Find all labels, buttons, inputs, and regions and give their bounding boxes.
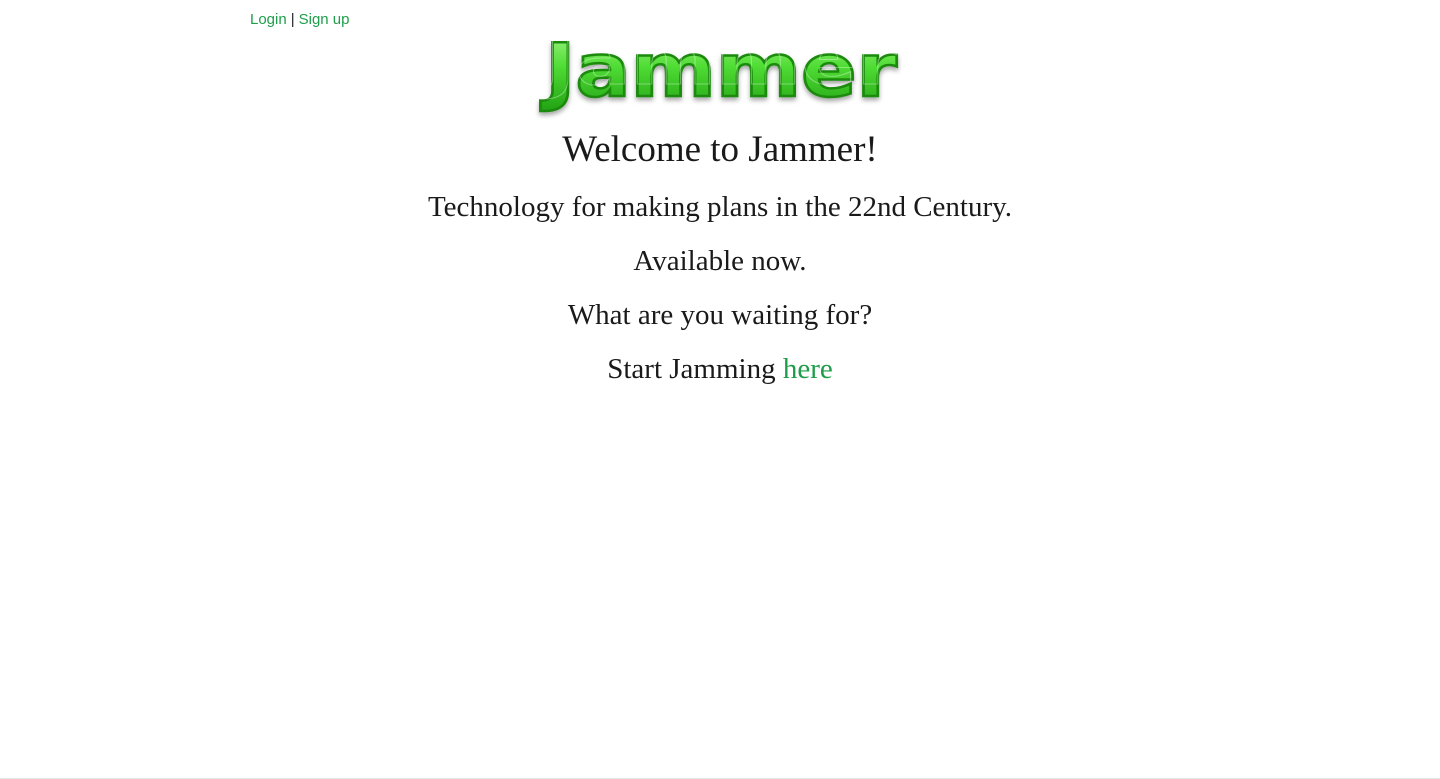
- availability-text: Available now.: [633, 245, 807, 277]
- cta-prefix: Start Jamming: [607, 353, 776, 385]
- question-text: What are you waiting for?: [567, 299, 873, 331]
- jammer-logo-graphic: Jammer Jammer: [538, 16, 899, 116]
- cta-line: Start Jamming here: [0, 351, 1440, 387]
- jammer-logo-highlight: Jammer: [539, 16, 897, 102]
- auth-separator: |: [290, 11, 295, 28]
- welcome-heading: Welcome to Jammer!: [562, 129, 878, 170]
- tagline: Technology for making plans in the 22nd …: [427, 191, 1013, 223]
- jammer-logo: Jammer Jammer: [538, 16, 902, 116]
- start-jamming-link[interactable]: here: [783, 353, 833, 385]
- login-link[interactable]: Login: [250, 11, 287, 28]
- auth-nav: Login | Sign up: [250, 11, 349, 29]
- signup-link[interactable]: Sign up: [299, 11, 350, 28]
